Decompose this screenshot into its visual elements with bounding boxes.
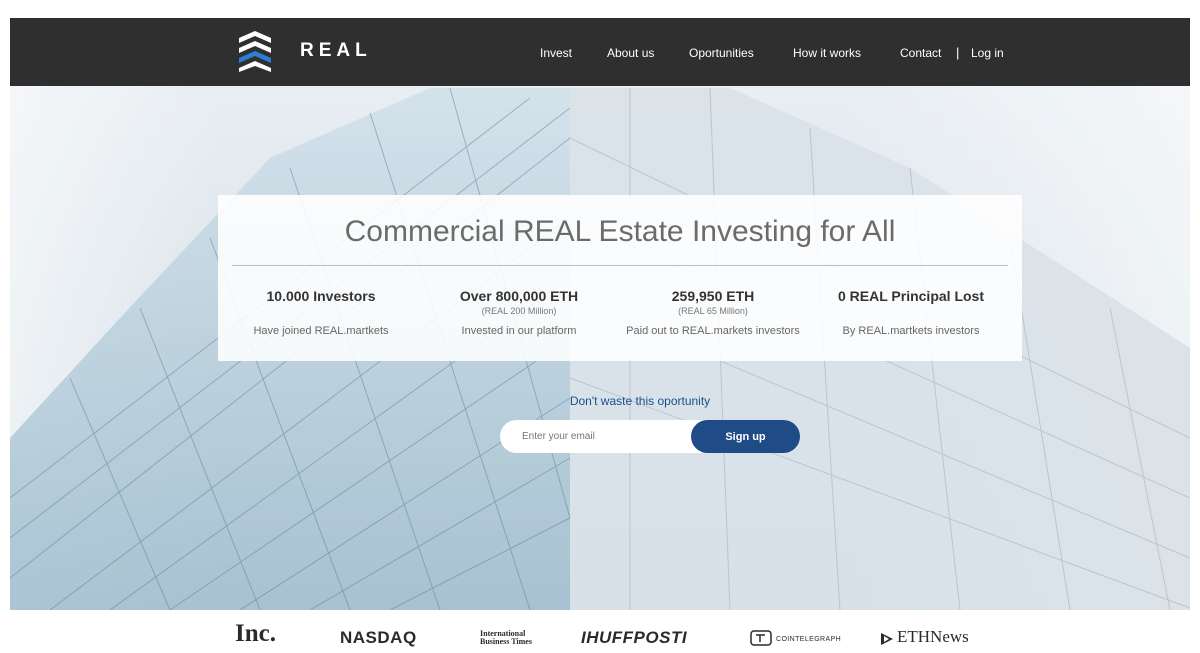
email-input[interactable]: [500, 420, 702, 453]
real-logo-icon[interactable]: [235, 28, 275, 72]
nav-login[interactable]: Log in: [971, 46, 1004, 60]
stat-sub: (REAL 200 Million): [481, 306, 557, 316]
stat-head: 0 REAL Principal Lost: [838, 288, 984, 304]
stat-desc: Paid out to REAL.markets investors: [626, 325, 800, 337]
stat-paid-out: 259,950 ETH (REAL 65 Million) Paid out t…: [618, 288, 808, 337]
ethnews-logo-icon: [881, 633, 893, 645]
press-logo-ethnews: ETHNews: [897, 627, 969, 646]
stat-head: 10.000 Investors: [266, 288, 376, 304]
nav-about-us[interactable]: About us: [607, 46, 654, 60]
press-logo-ibt: International Business Times: [480, 629, 532, 646]
stat-head: 259,950 ETH: [671, 288, 755, 304]
stat-head: Over 800,000 ETH: [459, 288, 579, 304]
press-logo-huffpost: IHUFFPOSTI: [581, 628, 688, 647]
stat-invested: Over 800,000 ETH (REAL 200 Million) Inve…: [424, 288, 614, 337]
stat-sub: (REAL 65 Million): [678, 306, 748, 316]
hero-stats-panel: Commercial REAL Estate Investing for All…: [218, 195, 1022, 361]
stat-desc: Have joined REAL.martkets: [253, 325, 389, 337]
stat-investors: 10.000 Investors Have joined REAL.martke…: [226, 288, 416, 337]
nav-contact[interactable]: Contact: [900, 46, 941, 60]
cta-text: Don't waste this oportunity: [569, 394, 711, 408]
stat-desc: By REAL.martkets investors: [842, 325, 980, 337]
nav-separator: |: [956, 45, 960, 60]
hero-frame: REAL Invest About us Oportunities How it…: [10, 18, 1190, 610]
top-navigation-bar: REAL Invest About us Oportunities How it…: [10, 18, 1190, 86]
nav-invest[interactable]: Invest: [540, 46, 572, 60]
nav-how-it-works[interactable]: How it works: [793, 46, 861, 60]
stat-principal-lost: 0 REAL Principal Lost By REAL.martkets i…: [816, 288, 1006, 337]
press-logo-nasdaq: NASDAQ: [340, 628, 417, 647]
cointelegraph-logo-icon: [750, 630, 772, 646]
press-logo-inc: Inc.: [235, 620, 276, 647]
press-logo-cointelegraph: COINTELEGRAPH: [776, 636, 842, 643]
stat-desc: Invested in our platform: [461, 325, 577, 337]
signup-button[interactable]: Sign up: [691, 420, 800, 453]
brand-name[interactable]: REAL: [300, 40, 372, 62]
nav-oportunities[interactable]: Oportunities: [689, 46, 754, 60]
hero-divider: [232, 265, 1008, 266]
hero-title: Commercial REAL Estate Investing for All: [344, 215, 896, 248]
